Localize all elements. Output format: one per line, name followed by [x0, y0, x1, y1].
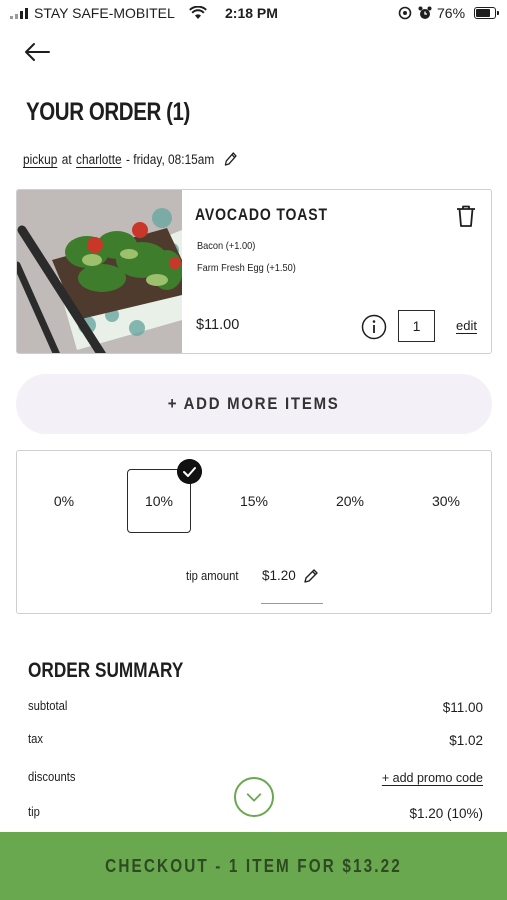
order-item-card: AVOCADO TOAST Bacon (+1.00) Farm Fresh E… [16, 189, 492, 354]
tip-amount-value[interactable]: $1.20 [262, 568, 296, 583]
pickup-at-text: at [61, 151, 72, 167]
info-icon[interactable] [361, 314, 387, 340]
battery-level-fill [476, 9, 490, 17]
battery-percent: 76% [437, 5, 466, 21]
tip-option-20[interactable]: 20% [318, 469, 382, 533]
alarm-icon [418, 6, 432, 19]
item-name: AVOCADO TOAST [195, 206, 328, 224]
signal-icon [10, 8, 28, 19]
tip-option-30[interactable]: 30% [414, 469, 478, 533]
summary-label-tip: tip [28, 805, 40, 819]
rotation-lock-icon [398, 6, 412, 20]
summary-label-subtotal: subtotal [28, 699, 68, 713]
trash-icon[interactable] [455, 204, 477, 228]
carrier-name: STAY SAFE-MOBITEL [34, 5, 175, 21]
summary-label-discounts: discounts [28, 770, 76, 784]
item-modifier: Bacon (+1.00) [197, 240, 256, 252]
tip-amount-label: tip amount [186, 569, 239, 583]
chevron-down-icon[interactable] [234, 777, 274, 817]
pencil-icon[interactable] [303, 568, 319, 584]
avocado-toast-photo [17, 190, 182, 353]
add-more-items-button[interactable]: + ADD MORE ITEMS [16, 374, 492, 434]
back-arrow-icon[interactable] [22, 40, 52, 64]
summary-value-tax: $1.02 [449, 733, 483, 748]
checkout-button[interactable]: CHECKOUT - 1 ITEM FOR $13.22 [0, 832, 507, 900]
pickup-mode-link[interactable]: pickup [23, 152, 57, 167]
tip-selector: 0% 10% 15% 20% 30% tip amount $1.20 [16, 450, 492, 614]
quantity-input[interactable] [398, 310, 435, 342]
tip-option-15[interactable]: 15% [222, 469, 286, 533]
wifi-icon [189, 6, 207, 19]
battery-icon [474, 7, 499, 19]
tip-option-0[interactable]: 0% [32, 469, 96, 533]
pickup-details: pickup at charlotte - friday, 08:15am [23, 151, 267, 167]
summary-value-subtotal: $11.00 [442, 700, 483, 715]
order-summary-title: ORDER SUMMARY [28, 659, 184, 682]
item-modifier: Farm Fresh Egg (+1.50) [197, 262, 296, 274]
add-promo-code-link[interactable]: + add promo code [382, 771, 483, 785]
pickup-time: - friday, 08:15am [126, 151, 215, 167]
summary-label-tax: tax [28, 732, 44, 746]
pickup-location-link[interactable]: charlotte [76, 152, 122, 167]
pencil-icon[interactable] [224, 151, 238, 167]
checkmark-icon [177, 459, 202, 484]
add-more-items-label: + ADD MORE ITEMS [168, 394, 340, 413]
checkout-label: CHECKOUT - 1 ITEM FOR $13.22 [105, 855, 402, 876]
edit-item-link[interactable]: edit [456, 318, 477, 333]
page-title: YOUR ORDER (1) [26, 98, 190, 126]
tip-amount-underline [261, 603, 323, 604]
item-price: $11.00 [196, 317, 240, 333]
status-time: 2:18 PM [225, 5, 278, 21]
summary-value-tip: $1.20 (10%) [409, 806, 483, 821]
status-bar: STAY SAFE-MOBITEL 2:18 PM 76% [0, 0, 507, 28]
